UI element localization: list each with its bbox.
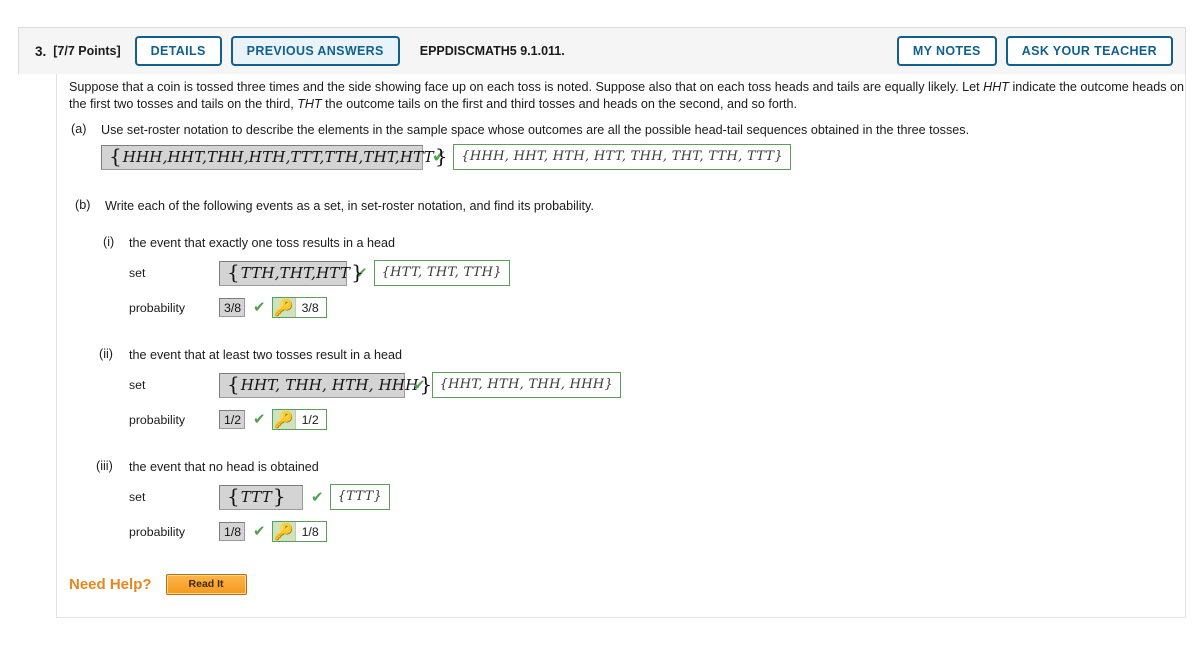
- part-b-iii-probability-key: 🔑 1/8: [271, 521, 327, 542]
- part-b-i-set-label: set: [129, 266, 146, 280]
- prompt-emphasis-tht: THT: [297, 96, 322, 111]
- part-b-ii-probability-correct: 1/2: [301, 412, 319, 427]
- brace-open: {: [109, 144, 122, 168]
- part-b-i-probability-row: probability 3/8 ✔ 🔑 3/8: [129, 297, 327, 318]
- part-b-ii-set-row: set {HHT, THH, HTH, HHH} ✔ {HHT, HTH, TH…: [129, 372, 622, 398]
- prompt-text-3: the outcome tails on the first and third…: [321, 96, 798, 111]
- part-b-label: (b): [75, 198, 91, 212]
- key-icon: 🔑: [272, 410, 296, 429]
- question-page: 3. [7/7 Points] DETAILS PREVIOUS ANSWERS…: [0, 0, 1200, 649]
- part-b-i-set-correct: {HTT, THT, TTH}: [373, 260, 510, 286]
- part-b-iii-set-value: TTT: [240, 487, 272, 506]
- part-b-i-probability-label: probability: [129, 300, 186, 315]
- part-b-i-set-row: set {TTH,THT,HTT} ✔ {HTT, THT, TTH}: [129, 260, 510, 286]
- part-b-ii-set-correct: {HHT, HTH, THH, HHH}: [431, 372, 622, 398]
- part-b-iii-set-correct: {TTT}: [329, 484, 391, 510]
- part-a-set-value: HHH,HHT,THH,HTH,TTT,TTH,THT,HTT: [122, 147, 434, 166]
- part-b-iii-set-input[interactable]: {TTT}: [219, 484, 303, 510]
- part-b-iii-set-label: set: [129, 490, 146, 504]
- part-b-i-label: (i): [103, 235, 115, 249]
- key-icon: 🔑: [272, 298, 296, 317]
- my-notes-button[interactable]: MY NOTES: [896, 36, 997, 66]
- part-b-i-probability-correct: 3/8: [301, 300, 319, 315]
- points-badge: [7/7 Points]: [53, 44, 121, 58]
- part-a-answer-row: {HHH,HHT,THH,HTH,TTT,TTH,THT,HTT} ✔ {HHH…: [101, 144, 791, 170]
- check-icon: ✔: [253, 410, 266, 428]
- brace-open: {: [227, 260, 240, 284]
- check-icon: ✔: [253, 522, 266, 540]
- part-b-iii-probability-row: probability 1/8 ✔ 🔑 1/8: [129, 521, 327, 542]
- previous-answers-button[interactable]: PREVIOUS ANSWERS: [230, 36, 400, 66]
- part-b-iii-probability-label: probability: [129, 524, 186, 539]
- part-b-ii-probability-key: 🔑 1/2: [271, 409, 327, 430]
- brace-close: }: [351, 260, 364, 284]
- part-a-set-input[interactable]: {HHH,HHT,THH,HTH,TTT,TTH,THT,HTT}: [101, 144, 448, 170]
- key-icon: 🔑: [272, 522, 296, 541]
- part-b-i-set-value: TTH,THT,HTT: [240, 263, 351, 282]
- brace-open: {: [227, 484, 240, 508]
- prompt-emphasis-hht: HHT: [983, 80, 1009, 94]
- part-b-ii-label: (ii): [99, 347, 113, 361]
- problem-statement: Suppose that a coin is tossed three time…: [69, 79, 1185, 112]
- need-help-section: Need Help? Read It: [69, 574, 247, 595]
- part-b-ii-probability-input[interactable]: 1/2: [219, 410, 245, 429]
- part-b-i-set-input[interactable]: {TTH,THT,HTT}: [219, 260, 364, 286]
- part-b-iii-text: the event that no head is obtained: [129, 460, 319, 474]
- prompt-text-1: Suppose that a coin is tossed three time…: [69, 80, 984, 94]
- part-a-correct-answer: {HHH, HHT, HTH, HTT, THH, THT, TTH, TTT}: [453, 144, 791, 170]
- brace-open: {: [227, 372, 240, 396]
- part-a-label: (a): [71, 122, 87, 136]
- part-b-iii-label: (iii): [96, 459, 113, 473]
- part-b-ii-text: the event that at least two tosses resul…: [129, 348, 403, 362]
- part-b-ii-set-input[interactable]: {HHT, THH, HTH, HHH}: [219, 372, 432, 398]
- question-number: 3.: [35, 43, 47, 59]
- header-actions: MY NOTES ASK YOUR TEACHER: [896, 36, 1173, 66]
- part-b-iii-set-row: set {TTT} ✔ {TTT}: [129, 484, 391, 510]
- need-help-label: Need Help?: [69, 575, 152, 593]
- part-b-i-probability-key: 🔑 3/8: [271, 297, 327, 318]
- ask-your-teacher-button[interactable]: ASK YOUR TEACHER: [1005, 36, 1173, 66]
- part-b-ii-set-label: set: [129, 378, 146, 392]
- question-code: EPPDISCMATH5 9.1.011.: [419, 44, 565, 58]
- details-button[interactable]: DETAILS: [134, 36, 222, 66]
- part-b-iii-probability-correct: 1/8: [301, 524, 319, 539]
- question-body: Suppose that a coin is tossed three time…: [56, 74, 1186, 618]
- brace-close: }: [434, 144, 448, 168]
- part-b-i-text: the event that exactly one toss results …: [129, 236, 396, 250]
- brace-close: }: [272, 484, 286, 508]
- part-a-text: Use set-roster notation to describe the …: [101, 123, 970, 137]
- part-b-iii-probability-input[interactable]: 1/8: [219, 522, 245, 541]
- brace-close: }: [419, 372, 433, 396]
- part-b-i-probability-input[interactable]: 3/8: [219, 298, 245, 317]
- check-icon: ✔: [253, 298, 266, 316]
- part-b-ii-probability-label: probability: [129, 412, 186, 427]
- check-icon: ✔: [311, 487, 324, 506]
- question-header: 3. [7/7 Points] DETAILS PREVIOUS ANSWERS…: [18, 27, 1186, 74]
- part-b-ii-probability-row: probability 1/2 ✔ 🔑 1/2: [129, 409, 327, 430]
- part-b-text: Write each of the following events as a …: [105, 199, 594, 213]
- part-b-ii-set-value: HHT, THH, HTH, HHH: [240, 375, 419, 394]
- read-it-button[interactable]: Read It: [165, 574, 247, 595]
